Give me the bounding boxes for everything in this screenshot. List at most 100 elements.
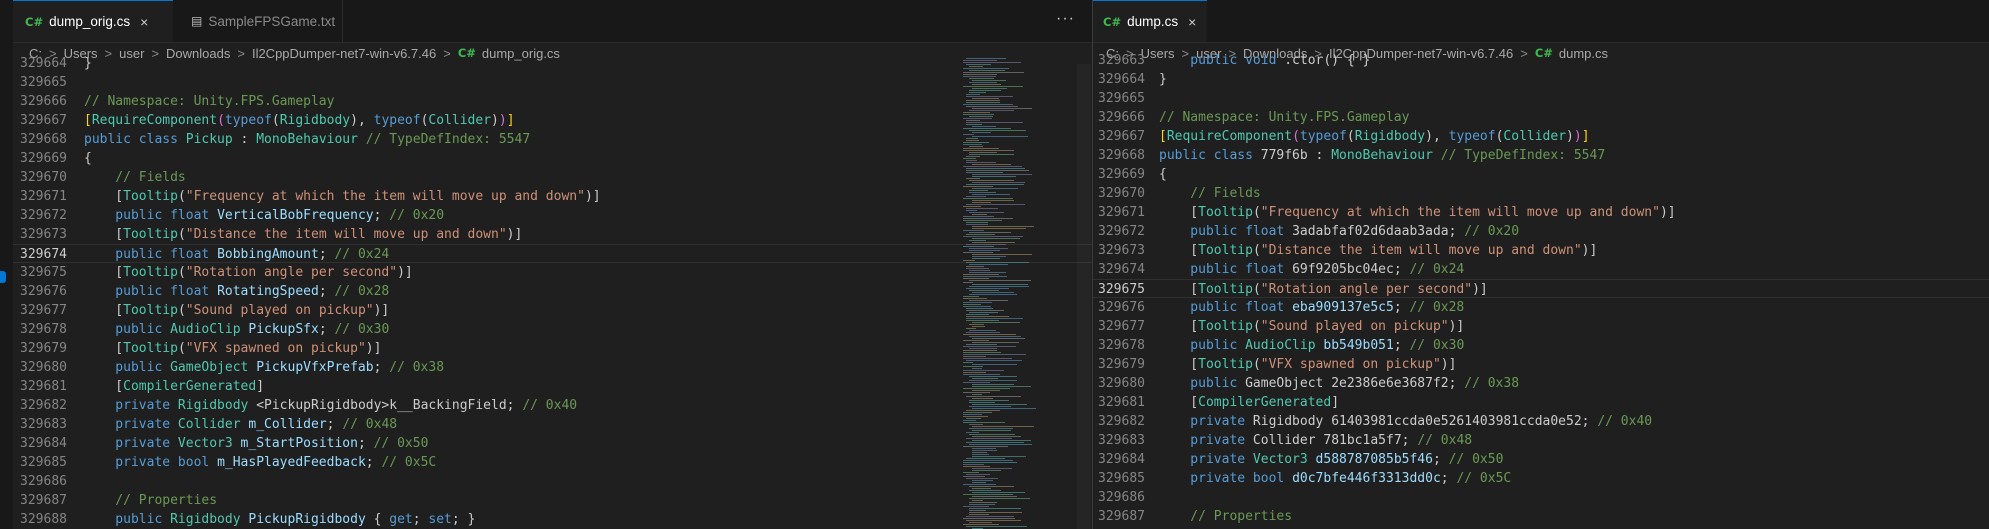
minimap-row	[969, 248, 1008, 249]
code-line[interactable]: 329665	[1093, 89, 1989, 108]
line-number: 329671	[20, 189, 67, 204]
line-number: 329672	[20, 208, 67, 223]
minimap-row	[963, 340, 989, 341]
minimap-row	[969, 486, 1014, 487]
minimap-row	[972, 364, 1017, 365]
minimap-row	[963, 352, 1001, 353]
code-line[interactable]: 329667 [RequireComponent(typeof(Rigidbody…	[13, 111, 1092, 130]
code-text: // Properties	[1159, 509, 1293, 524]
line-number: 329687	[20, 493, 67, 508]
tab-samplefpsgame[interactable]: ▤ SampleFPSGame.txt	[173, 0, 343, 42]
code-line[interactable]: 329669 {	[1093, 165, 1989, 184]
code-line[interactable]: 329664}	[13, 54, 1092, 73]
code-text: public float RotatingSpeed; // 0x28	[84, 284, 390, 299]
code-line[interactable]: 329687 // Properties	[13, 491, 1092, 510]
minimap-row	[969, 294, 1017, 295]
minimap-row	[963, 302, 992, 303]
minimap-row	[966, 332, 1000, 333]
code-line[interactable]: 329686	[13, 472, 1092, 491]
code-line[interactable]: 329672 public float 3adabfaf02d6daab3ada…	[1093, 222, 1989, 241]
code-line[interactable]: 329686	[1093, 488, 1989, 507]
more-actions-icon[interactable]: ···	[1056, 10, 1075, 28]
minimap-row	[963, 166, 1022, 167]
close-icon[interactable]: ×	[1188, 14, 1196, 30]
code-line[interactable]: 329680 public GameObject 2e2386e6e3687f2…	[1093, 374, 1989, 393]
minimap-row	[963, 494, 1013, 495]
line-number: 329674	[20, 247, 67, 262]
code-line[interactable]: 329670 // Fields	[13, 168, 1092, 187]
code-line[interactable]: 329674 public float 69f9205bc04ec; // 0x…	[1093, 260, 1989, 279]
minimap-row	[972, 426, 1034, 427]
line-number: 329680	[20, 360, 67, 375]
tab-dump-orig[interactable]: C# dump_orig.cs ×	[13, 0, 173, 42]
code-editor[interactable]: 329663 public void .ctor() { } 329664} 329…	[1093, 53, 1989, 529]
code-line[interactable]: 329668 public class Pickup : MonoBehaviou…	[13, 130, 1092, 149]
code-line[interactable]: 329668 public class 779f6b : MonoBehaviou…	[1093, 146, 1989, 165]
code-line[interactable]: 329685 private bool d0c7bfe446f3313dd0c;…	[1093, 469, 1989, 488]
minimap-row	[969, 512, 1022, 513]
minimap-row	[966, 184, 1024, 185]
code-line[interactable]: 329678 public AudioClip bb549b051; // 0x…	[1093, 336, 1989, 355]
tab-label: SampleFPSGame.txt	[208, 13, 336, 29]
code-text: [Tooltip("Rotation angle per second")]	[84, 265, 413, 280]
minimap-row	[966, 266, 984, 267]
code-line[interactable]: 329679 [Tooltip("VFX spawned on pickup")…	[13, 339, 1092, 358]
code-line[interactable]: 329683 private Collider m_Collider; // 0…	[13, 415, 1092, 434]
line-number: 329677	[1098, 319, 1145, 334]
code-line[interactable]: 329665	[13, 73, 1092, 92]
code-editor[interactable]: 329664} 329665 329666 // Namespace: Unity.F…	[13, 56, 1092, 529]
code-line[interactable]: 329676 public float eba909137e5c5; // 0x…	[1093, 298, 1989, 317]
code-line[interactable]: 329672 public float VerticalBobFrequency…	[13, 206, 1092, 225]
code-line[interactable]: 329683 private Collider 781bc1a5f7; // 0…	[1093, 431, 1989, 450]
code-line[interactable]: 329674 public float BobbingAmount; // 0x…	[13, 244, 1092, 263]
code-line[interactable]: 329687 // Properties	[1093, 507, 1989, 526]
code-line[interactable]: 329685 private bool m_HasPlayedFeedback;…	[13, 453, 1092, 472]
line-number: 329683	[1098, 433, 1145, 448]
code-line[interactable]: 329675 [Tooltip("Rotation angle per seco…	[13, 263, 1092, 282]
code-line[interactable]: 329669 {	[13, 149, 1092, 168]
minimap-row	[963, 134, 974, 135]
line-number: 329671	[1098, 205, 1145, 220]
minimap-row	[963, 304, 981, 305]
minimap-row	[963, 298, 987, 299]
code-line[interactable]: 329676 public float RotatingSpeed; // 0x…	[13, 282, 1092, 301]
minimap-row	[969, 510, 986, 511]
code-line[interactable]: 329680 public GameObject PickupVfxPrefab…	[13, 358, 1092, 377]
code-line[interactable]: 329667 [RequireComponent(typeof(Rigidbody…	[1093, 127, 1989, 146]
code-line[interactable]: 329688 public Rigidbody PickupRigidbody …	[13, 510, 1092, 529]
code-line[interactable]: 329675 [Tooltip("Rotation angle per seco…	[1093, 279, 1989, 298]
code-line[interactable]: 329671 [Tooltip("Frequency at which the …	[1093, 203, 1989, 222]
code-line[interactable]: 329679 [Tooltip("VFX spawned on pickup")…	[1093, 355, 1989, 374]
code-line[interactable]: 329678 public AudioClip PickupSfx; // 0x…	[13, 320, 1092, 339]
line-number: 329685	[1098, 471, 1145, 486]
code-line[interactable]: 329684 private Vector3 m_StartPosition; …	[13, 434, 1092, 453]
minimap-row	[966, 222, 988, 223]
code-line[interactable]: 329677 [Tooltip("Sound played on pickup"…	[1093, 317, 1989, 336]
code-line[interactable]: 329671 [Tooltip("Frequency at which the …	[13, 187, 1092, 206]
close-icon[interactable]: ×	[140, 14, 148, 30]
code-line[interactable]: 329673 [Tooltip("Distance the item will …	[1093, 241, 1989, 260]
code-line[interactable]: 329684 private Vector3 d588787085b5f46; …	[1093, 450, 1989, 469]
code-line[interactable]: 329664}	[1093, 70, 1989, 89]
line-number: 329684	[20, 436, 67, 451]
code-line[interactable]: 329682 private Rigidbody <PickupRigidbod…	[13, 396, 1092, 415]
code-line[interactable]: 329666 // Namespace: Unity.FPS.Gameplay	[13, 92, 1092, 111]
code-line[interactable]: 329682 private Rigidbody 61403981ccda0e5…	[1093, 412, 1989, 431]
minimap-row	[969, 490, 1001, 491]
minimap-row	[972, 468, 1012, 469]
code-line[interactable]: 329677 [Tooltip("Sound played on pickup"…	[13, 301, 1092, 320]
minimap[interactable]	[963, 58, 1073, 529]
code-line[interactable]: 329681 [CompilerGenerated]	[1093, 393, 1989, 412]
minimap-row	[963, 86, 1023, 87]
code-line[interactable]: 329681 [CompilerGenerated]	[13, 377, 1092, 396]
minimap-row	[966, 320, 999, 321]
line-number: 329681	[20, 379, 67, 394]
line-number: 329677	[20, 303, 67, 318]
vertical-scrollbar[interactable]	[1077, 64, 1091, 529]
code-line[interactable]: 329673 [Tooltip("Distance the item will …	[13, 225, 1092, 244]
tab-dump[interactable]: C# dump.cs ×	[1093, 0, 1207, 42]
code-line[interactable]: 329666 // Namespace: Unity.FPS.Gameplay	[1093, 108, 1989, 127]
code-line[interactable]: 329663 public void .ctor() { }	[1093, 51, 1989, 70]
code-line[interactable]: 329670 // Fields	[1093, 184, 1989, 203]
code-text: private Rigidbody 61403981ccda0e52614039…	[1159, 414, 1653, 429]
